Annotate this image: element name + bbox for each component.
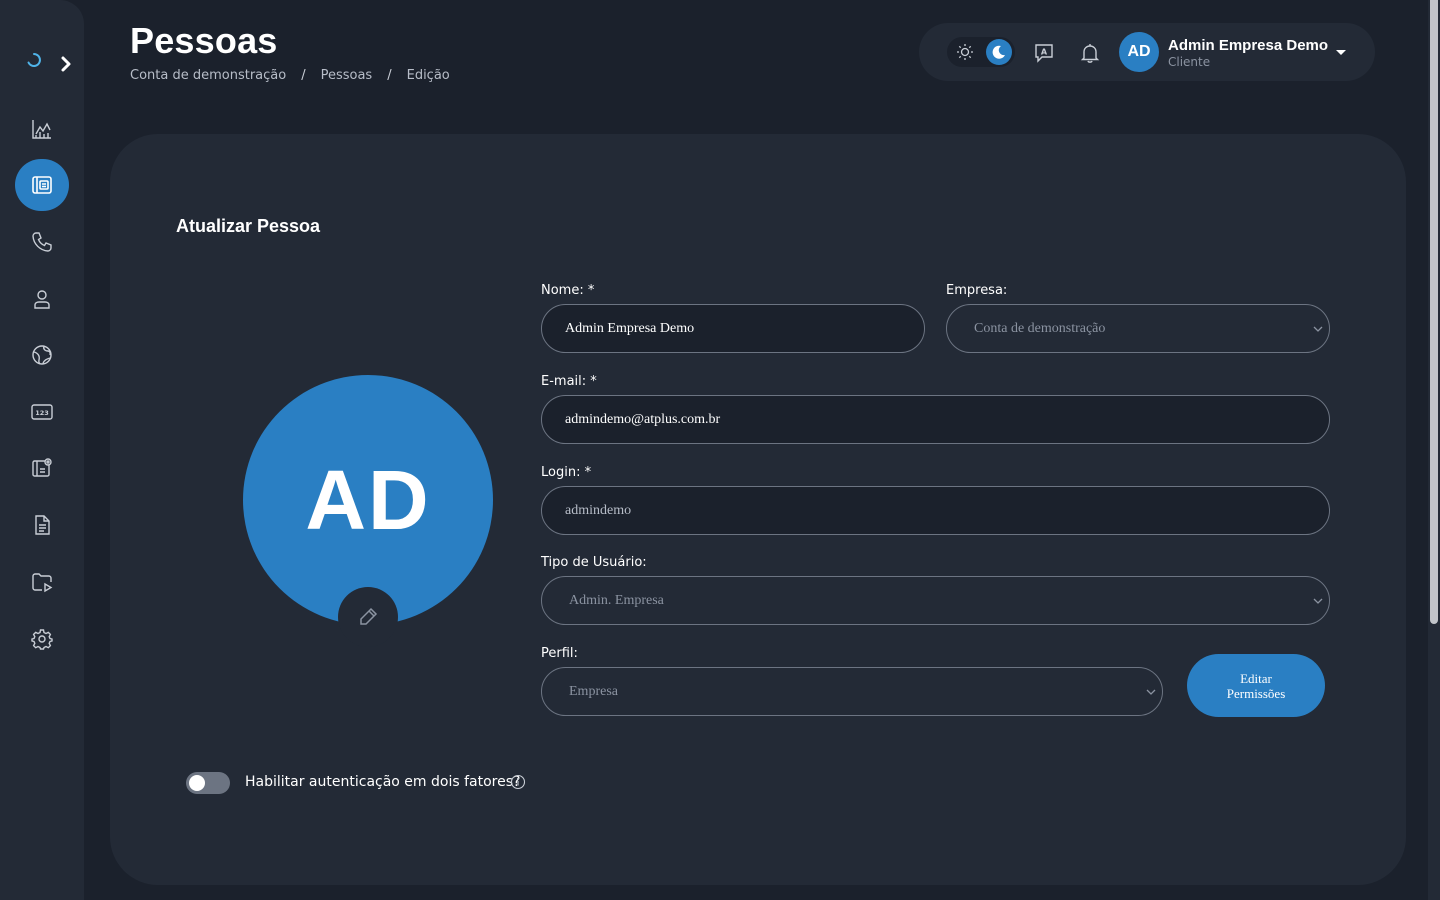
loading-logo-icon (27, 53, 41, 67)
edit-person-card: Atualizar Pessoa AD Nome: * Admin Empres… (110, 134, 1406, 885)
user-icon (34, 290, 50, 309)
breadcrumb-item-current: Edição (406, 68, 450, 83)
page-scrollbar[interactable] (1428, 0, 1440, 900)
pencil-icon (360, 607, 378, 625)
breadcrumb-item-account[interactable]: Conta de demonstração (130, 68, 286, 83)
login-field[interactable]: admindemo (541, 486, 1330, 535)
sidebar-item-phone[interactable] (15, 216, 69, 268)
globe-icon (32, 345, 52, 365)
edit-avatar-button[interactable] (338, 587, 398, 647)
two-factor-label: Habilitar autenticação em dois fatores? (245, 774, 521, 790)
toggle-knob (189, 775, 205, 791)
profile-selected-value: Empresa (569, 683, 618, 699)
email-label: E-mail: * (541, 374, 597, 389)
sidebar-item-users[interactable] (15, 273, 69, 325)
theme-toggle[interactable] (947, 37, 1015, 67)
sidebar-item-contacts[interactable] (15, 159, 69, 211)
nome-label: Nome: * (541, 283, 595, 298)
empresa-label: Empresa: (946, 283, 1008, 298)
sidebar-item-settings[interactable] (15, 613, 69, 665)
numbers-icon: 123 (31, 404, 53, 420)
phone-icon (32, 232, 52, 252)
sidebar-item-globe[interactable] (15, 329, 69, 381)
document-icon (35, 515, 50, 535)
user-toolbar: A AD Admin Empresa Demo Cliente (919, 23, 1375, 81)
moon-button[interactable] (986, 39, 1012, 65)
breadcrumb-item-people[interactable]: Pessoas (321, 68, 373, 83)
profile-select[interactable]: Empresa (541, 667, 1163, 716)
chevron-down-icon (1313, 326, 1323, 332)
profile-label: Perfil: (541, 646, 578, 661)
user-type-selected-value: Admin. Empresa (569, 592, 664, 608)
user-type-select[interactable]: Admin. Empresa (541, 576, 1330, 625)
contact-settings-icon (32, 458, 52, 477)
user-type-label: Tipo de Usuário: (541, 555, 647, 570)
breadcrumb: Conta de demonstração / Pessoas / Edição (130, 68, 450, 83)
chevron-down-icon (1146, 689, 1156, 695)
svg-text:A: A (1041, 48, 1048, 57)
breadcrumb-separator: / (387, 68, 392, 83)
svg-text:123: 123 (35, 409, 49, 417)
sun-icon[interactable] (955, 42, 975, 62)
nome-input[interactable]: Admin Empresa Demo (541, 304, 925, 353)
sidebar-item-numbers[interactable]: 123 (15, 386, 69, 438)
sidebar-item-media-folder[interactable] (15, 556, 69, 608)
user-role: Cliente (1168, 55, 1211, 69)
caret-down-icon[interactable] (1335, 48, 1347, 56)
edit-permissions-label: Editar Permissões (1226, 670, 1286, 701)
sidebar: 123 (0, 0, 84, 900)
chevron-right-icon[interactable] (56, 52, 76, 76)
email-field[interactable]: admindemo@atplus.com.br (541, 395, 1330, 444)
moon-icon (992, 45, 1005, 59)
gear-icon (31, 629, 53, 650)
empresa-selected-value: Conta de demonstração (974, 320, 1106, 336)
login-label: Login: * (541, 465, 592, 480)
chat-icon[interactable]: A (1033, 42, 1055, 64)
breadcrumb-separator: / (301, 68, 306, 83)
bell-icon[interactable] (1079, 42, 1101, 64)
avatar[interactable]: AD (1119, 32, 1159, 72)
sidebar-item-documents[interactable] (15, 499, 69, 551)
page-title: Pessoas (130, 20, 278, 61)
edit-permissions-button[interactable]: Editar Permissões (1187, 654, 1325, 717)
sidebar-item-dashboard[interactable] (15, 103, 69, 155)
folder-play-icon (32, 573, 53, 593)
chevron-down-icon (1313, 598, 1323, 604)
sidebar-item-contact-settings[interactable] (15, 442, 69, 494)
contacts-icon (32, 176, 52, 194)
info-icon[interactable] (510, 774, 526, 790)
user-name[interactable]: Admin Empresa Demo (1168, 37, 1328, 54)
scrollbar-thumb[interactable] (1430, 0, 1438, 624)
form-title: Atualizar Pessoa (176, 216, 321, 236)
chart-icon (32, 120, 51, 139)
empresa-select[interactable]: Conta de demonstração (946, 304, 1330, 353)
two-factor-toggle[interactable] (186, 772, 230, 794)
